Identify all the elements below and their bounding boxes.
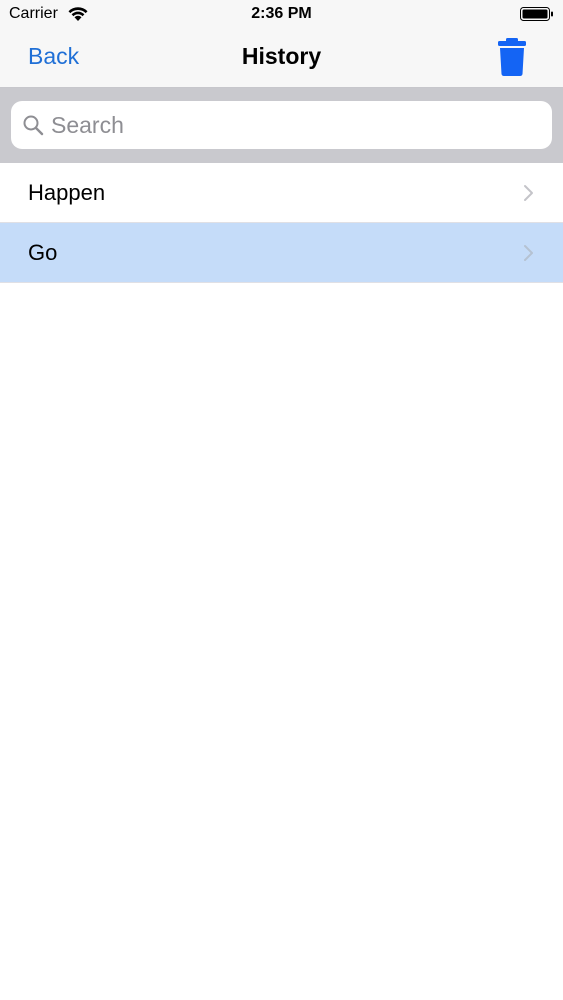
list-item[interactable]: Happen [0, 163, 563, 223]
search-icon [23, 115, 44, 136]
battery-icon [520, 7, 553, 21]
status-time: 2:36 PM [251, 5, 312, 22]
list-item[interactable]: Go [0, 223, 563, 283]
status-bar: Carrier 2:36 PM [0, 0, 563, 30]
search-input[interactable] [51, 101, 541, 149]
search-bar [0, 88, 563, 163]
chevron-right-icon [524, 185, 533, 201]
list-item-label: Happen [28, 180, 106, 205]
history-list: Happen Go [0, 163, 563, 283]
trash-icon[interactable] [496, 37, 528, 77]
page-title: History [241, 43, 322, 69]
navigation-bar: Back History [0, 30, 563, 88]
search-field[interactable] [11, 101, 552, 149]
chevron-right-icon [524, 245, 533, 261]
list-item-label: Go [28, 240, 58, 265]
